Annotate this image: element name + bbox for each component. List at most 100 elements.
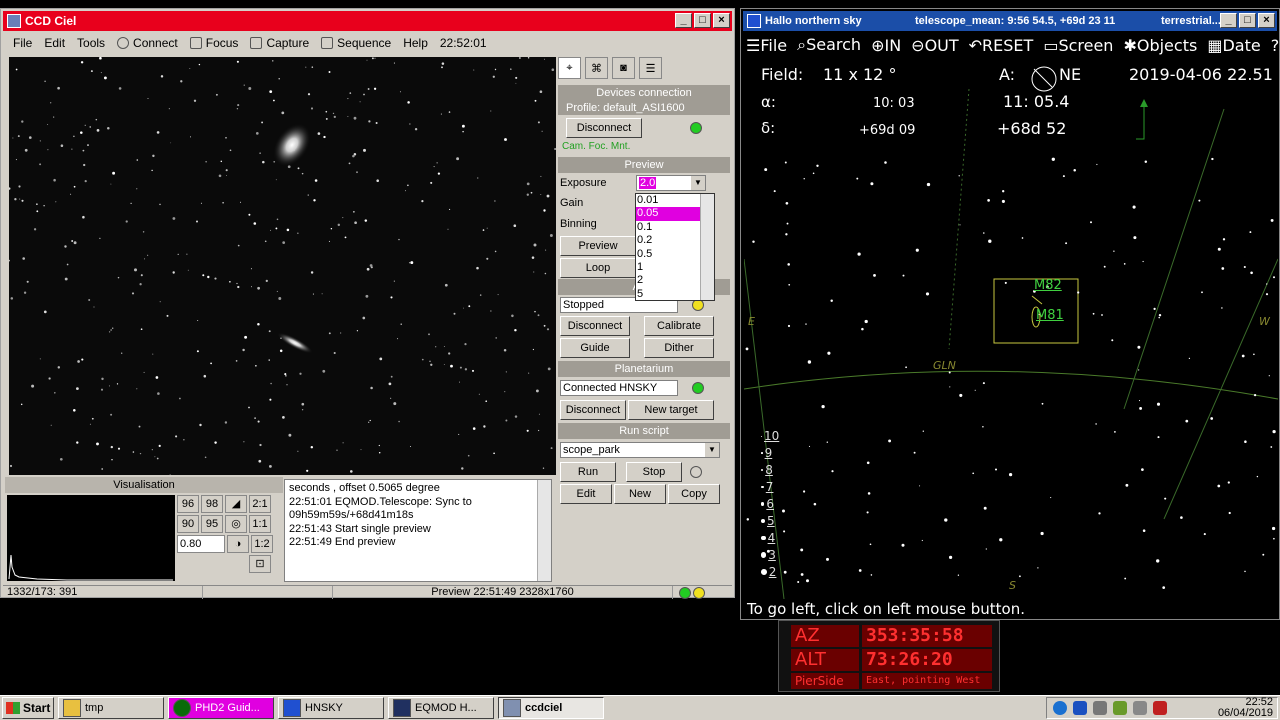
star bbox=[856, 177, 859, 180]
devices-disconnect-button[interactable]: Disconnect bbox=[566, 118, 642, 138]
alert-icon[interactable] bbox=[1153, 701, 1167, 715]
copy-button[interactable]: Copy bbox=[668, 484, 720, 504]
menu-edit[interactable]: Edit bbox=[38, 36, 71, 50]
star bbox=[111, 459, 113, 461]
vis-value[interactable]: 90 bbox=[177, 515, 199, 533]
hnsky-titlebar[interactable]: Hallo northern sky telescope_mean: 9:56 … bbox=[743, 11, 1277, 31]
invert-icon[interactable]: ◑ bbox=[227, 535, 249, 553]
zoom-2-1[interactable]: 2:1 bbox=[249, 495, 271, 513]
stop-button[interactable]: Stop bbox=[626, 462, 682, 482]
histogram[interactable] bbox=[7, 495, 175, 581]
menu-tools[interactable]: Tools bbox=[71, 36, 111, 50]
guide-button[interactable]: Guide bbox=[560, 338, 630, 358]
volume-icon[interactable] bbox=[1093, 701, 1107, 715]
exposure-dropdown-list[interactable]: 0.01 0.05 0.1 0.2 0.5 1 2 5 bbox=[635, 193, 715, 301]
preview-button[interactable]: Preview bbox=[560, 236, 636, 256]
autoguider-disconnect-button[interactable]: Disconnect bbox=[560, 316, 630, 336]
task-hnsky[interactable]: HNSKY bbox=[278, 697, 384, 719]
tab-focus[interactable]: ⌘ bbox=[585, 57, 608, 79]
hnsky-icon bbox=[283, 699, 301, 717]
tab-capture[interactable]: ◙ bbox=[612, 57, 635, 79]
star bbox=[349, 92, 352, 94]
new-target-button[interactable]: New target bbox=[628, 400, 714, 420]
menu-objects[interactable]: ✱Objects bbox=[1118, 36, 1202, 55]
tab-sequence[interactable]: ☰ bbox=[639, 57, 662, 79]
bluetooth-icon[interactable] bbox=[1073, 701, 1087, 715]
star bbox=[497, 294, 499, 296]
script-select[interactable]: scope_park ▼ bbox=[560, 442, 720, 458]
clock[interactable]: 22:52 06/04/2019 bbox=[1218, 697, 1277, 719]
ccdciel-titlebar[interactable]: CCD Ciel _ □ × bbox=[3, 11, 732, 31]
star bbox=[534, 99, 537, 102]
object-label-m82[interactable]: M82 bbox=[1034, 278, 1062, 293]
menu-sequence[interactable]: Sequence bbox=[315, 36, 397, 50]
planetarium-disconnect-button[interactable]: Disconnect bbox=[560, 400, 626, 420]
menu-help[interactable]: ? Help bbox=[1266, 36, 1280, 55]
vis-value[interactable]: 98 bbox=[201, 495, 223, 513]
menu-capture[interactable]: Capture bbox=[244, 36, 315, 50]
tab-connection[interactable]: ⌖ bbox=[558, 57, 581, 79]
chevron-down-icon[interactable]: ▼ bbox=[705, 443, 719, 457]
network-icon[interactable] bbox=[1113, 701, 1127, 715]
task-eqmod[interactable]: EQMOD H... bbox=[388, 697, 494, 719]
target-icon[interactable]: ◎ bbox=[225, 515, 247, 533]
task-phd2[interactable]: PHD2 Guid... bbox=[168, 697, 274, 719]
menu-zoom-in[interactable]: ⊕IN bbox=[866, 36, 906, 55]
menu-connect[interactable]: Connect bbox=[111, 36, 184, 50]
menu-date[interactable]: ▦Date bbox=[1202, 36, 1265, 55]
star bbox=[332, 112, 335, 115]
star bbox=[1050, 497, 1052, 499]
star bbox=[1157, 436, 1160, 439]
exposure-select[interactable]: 2.0 ▼ bbox=[636, 175, 706, 191]
log-scrollbar[interactable] bbox=[537, 480, 551, 581]
start-button[interactable]: Start bbox=[2, 697, 54, 719]
minimize-button[interactable]: _ bbox=[675, 13, 692, 28]
task-tmp[interactable]: tmp bbox=[58, 697, 164, 719]
vis-value[interactable]: 96 bbox=[177, 495, 199, 513]
ccd-image-view[interactable] bbox=[9, 57, 556, 475]
maximize-button[interactable]: □ bbox=[1239, 13, 1256, 28]
run-button[interactable]: Run bbox=[560, 462, 616, 482]
menu-focus[interactable]: Focus bbox=[184, 36, 245, 50]
dither-button[interactable]: Dither bbox=[644, 338, 714, 358]
loop-button[interactable]: Loop bbox=[560, 258, 636, 278]
new-button[interactable]: New bbox=[614, 484, 666, 504]
sky-map-canvas[interactable] bbox=[743, 59, 1279, 600]
menu-reset[interactable]: ↶RESET bbox=[964, 36, 1039, 55]
menu-file[interactable]: File bbox=[7, 36, 38, 50]
star bbox=[905, 366, 907, 369]
histogram-icon[interactable]: ◢ bbox=[225, 495, 247, 513]
maximize-button[interactable]: □ bbox=[694, 13, 711, 28]
close-button[interactable]: × bbox=[1258, 13, 1275, 28]
close-button[interactable]: × bbox=[713, 13, 730, 28]
star bbox=[348, 162, 351, 165]
profile-label: Profile: default_ASI1600 bbox=[558, 101, 730, 115]
object-label-m81[interactable]: M81 bbox=[1036, 308, 1064, 323]
log-panel[interactable]: seconds , offset 0.5065 degree 22:51:01 … bbox=[284, 479, 552, 582]
star bbox=[337, 223, 341, 227]
menu-help[interactable]: Help bbox=[397, 36, 434, 50]
chevron-down-icon[interactable]: ▼ bbox=[691, 176, 705, 190]
zoom-1-2[interactable]: 1:2 bbox=[251, 535, 273, 553]
zoom-1-1[interactable]: 1:1 bbox=[249, 515, 271, 533]
menu-screen[interactable]: ▭Screen bbox=[1038, 36, 1118, 55]
star bbox=[430, 363, 433, 366]
power-icon[interactable] bbox=[1133, 701, 1147, 715]
menu-zoom-out[interactable]: ⊖OUT bbox=[906, 36, 963, 55]
star bbox=[441, 66, 443, 69]
star bbox=[1004, 281, 1007, 284]
menu-search[interactable]: ⌕Search bbox=[792, 35, 866, 55]
gamma-input[interactable]: 0.80 bbox=[177, 535, 225, 553]
edit-button[interactable]: Edit bbox=[560, 484, 612, 504]
task-ccdciel[interactable]: ccdciel bbox=[498, 697, 604, 719]
star bbox=[64, 245, 67, 248]
minimize-button[interactable]: _ bbox=[1220, 13, 1237, 28]
teamviewer-icon[interactable] bbox=[1053, 701, 1067, 715]
fit-icon[interactable]: ⊡ bbox=[249, 555, 271, 573]
menu-file[interactable]: ☰File bbox=[741, 36, 792, 55]
vis-value[interactable]: 95 bbox=[201, 515, 223, 533]
dropdown-scrollbar[interactable] bbox=[700, 194, 714, 300]
star bbox=[812, 172, 815, 175]
tool-tabs: ⌖ ⌘ ◙ ☰ bbox=[558, 57, 730, 81]
calibrate-button[interactable]: Calibrate bbox=[644, 316, 714, 336]
